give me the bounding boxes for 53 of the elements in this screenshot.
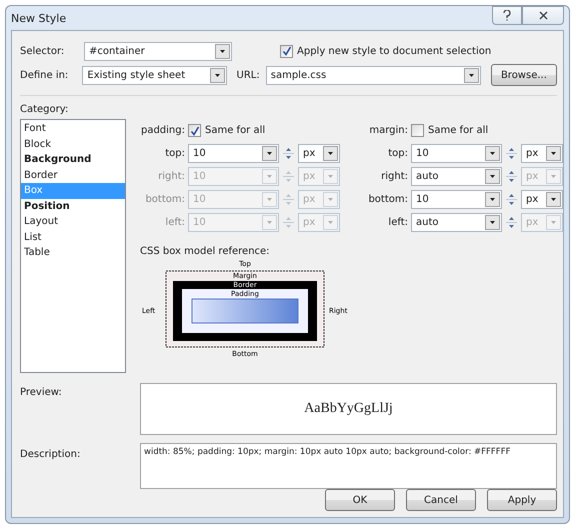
category-item[interactable]: Background [21,152,125,168]
category-item[interactable]: Position [21,198,125,214]
category-item[interactable]: Block [21,136,125,152]
checkbox[interactable] [188,124,201,137]
help-button[interactable] [492,6,522,25]
dialog-button[interactable]: Apply [487,489,557,511]
define-in-label: Define in: [20,70,70,80]
value-dropdown[interactable]: 10 [411,190,502,209]
side-label: right: [157,171,185,182]
description-label: Description: [20,448,82,462]
category-item[interactable]: Layout [21,214,125,230]
side-label: left: [164,217,185,228]
category-label: Category: [20,104,70,115]
category-item[interactable]: Border [21,168,125,183]
section-label: padding: [140,125,185,136]
selector-dropdown[interactable]: #container [84,42,232,60]
dialog-button[interactable]: Cancel [406,489,476,511]
close-icon [538,11,548,20]
help-icon [503,10,511,21]
side-label: top: [387,148,408,159]
unit-dropdown[interactable]: px [298,144,340,163]
category-item[interactable]: List [21,230,125,245]
browse-button[interactable]: Browse... [490,64,558,86]
checkbox[interactable] [280,44,293,58]
dialog-button[interactable]: OK [325,489,395,511]
url-label: URL: [236,70,260,80]
checkbox-label: Same for all [428,125,488,136]
side-label: left: [387,217,408,228]
define-in-dropdown[interactable]: Existing style sheet [82,66,226,84]
value-dropdown[interactable]: auto [411,213,502,232]
side-label: top: [164,148,185,159]
url-dropdown[interactable]: sample.css [266,66,481,84]
value-dropdown[interactable]: 10 [411,144,502,163]
checkbox-label: Apply new style to document selection [297,46,492,56]
close-button[interactable] [522,6,564,25]
category-item[interactable]: Table [21,245,125,260]
checkbox[interactable] [411,124,424,137]
side-label: right: [380,171,408,182]
value-dropdown[interactable]: 10 [188,144,279,163]
window-title: New Style [11,12,66,24]
box-model-label: CSS box model reference: [140,246,271,257]
unit-dropdown[interactable]: px [521,144,563,163]
section-label: margin: [368,125,408,136]
value-dropdown[interactable]: auto [411,167,502,186]
selector-label: Selector: [20,46,66,56]
category-item[interactable]: Font [21,121,125,136]
unit-dropdown[interactable]: px [521,190,563,209]
preview-box: AaBbYyGgLlJj [140,383,557,435]
description-box: width: 85%; padding: 10px; margin: 10px auto 10px auto; background-color: #FFFFFF [140,443,557,489]
side-label: bottom: [367,194,408,205]
checkbox-label: Same for all [205,125,266,136]
side-label: bottom: [144,194,185,205]
preview-label: Preview: [20,386,63,400]
